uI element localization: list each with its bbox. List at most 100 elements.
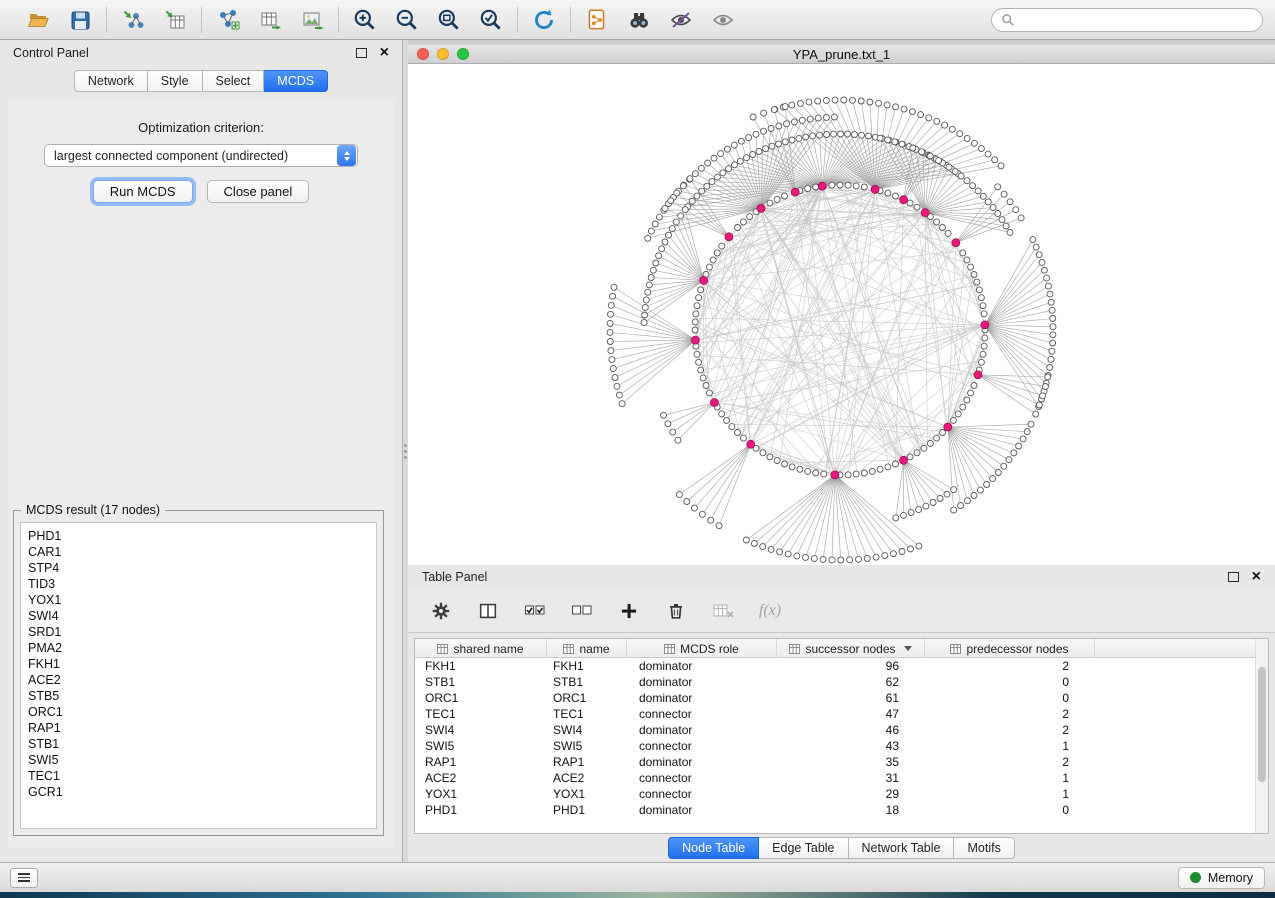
close-panel-icon[interactable]: × [1252,571,1261,583]
refresh-layout-button[interactable] [529,5,559,35]
close-panel-button[interactable]: Close panel [207,180,310,203]
toggle-graphics-button[interactable] [666,5,696,35]
column-type-icon [664,644,675,654]
zoom-in-button[interactable] [350,5,380,35]
import-table-button[interactable] [160,5,190,35]
mcds-result-item[interactable]: YOX1 [28,592,369,608]
toggle-graphics-details-icon [667,8,695,32]
tab-mcds[interactable]: MCDS [264,70,328,92]
refresh-icon [530,7,558,33]
mcds-result-item[interactable]: SRD1 [28,624,369,640]
window-zoom-icon[interactable] [457,48,469,60]
zoom-fit-icon [436,7,462,33]
table-row[interactable]: PHD1PHD1dominator180 [415,802,1255,818]
search-network-button[interactable] [624,5,654,35]
export-table-button[interactable] [255,5,285,35]
new-network-button[interactable] [213,5,243,35]
mcds-result-item[interactable]: SWI4 [28,608,369,624]
table-toolbar: f(x) [408,589,1275,633]
table-row[interactable]: RAP1RAP1dominator352 [415,754,1255,770]
save-session-button[interactable] [65,5,95,35]
mcds-result-item[interactable]: FKH1 [28,656,369,672]
cell-name: YOX1 [547,786,627,802]
mcds-result-item[interactable]: STP4 [28,560,369,576]
function-builder-button[interactable]: f(x) [757,598,783,624]
mcds-result-item[interactable]: RAP1 [28,720,369,736]
network-graph[interactable] [408,64,1275,565]
tab-network[interactable]: Network [74,70,148,92]
mcds-result-item[interactable]: STB5 [28,688,369,704]
cell-predecessor-nodes: 2 [925,658,1095,674]
table-row[interactable]: STB1STB1dominator620 [415,674,1255,690]
deselect-all-button[interactable] [569,598,595,624]
table-row[interactable]: TEC1TEC1connector472 [415,706,1255,722]
mcds-result-item[interactable]: GCR1 [28,784,369,800]
table-row[interactable]: FKH1FKH1dominator962 [415,658,1255,674]
float-panel-icon[interactable] [356,48,367,58]
delete-column-button[interactable] [663,598,689,624]
criterion-dropdown[interactable]: largest connected component (undirected) [44,144,358,167]
mcds-result-item[interactable]: PHD1 [28,528,369,544]
column-header-name[interactable]: name [547,639,627,658]
mcds-result-item[interactable]: SWI5 [28,752,369,768]
column-header-shared-name[interactable]: shared name [415,639,547,658]
mcds-result-item[interactable]: ACE2 [28,672,369,688]
tab-node-table[interactable]: Node Table [668,837,759,859]
status-menu-button[interactable] [10,868,38,888]
table-scrollbar[interactable] [1255,639,1268,833]
zoom-selected-button[interactable] [476,5,506,35]
tab-style[interactable]: Style [148,70,203,92]
scrollbar-thumb[interactable] [1258,667,1266,782]
show-column-panel-button[interactable] [475,598,501,624]
table-settings-button[interactable] [428,598,454,624]
cell-shared-name: RAP1 [415,754,547,770]
open-file-button[interactable] [23,5,53,35]
zoom-fit-button[interactable] [434,5,464,35]
mcds-result-item[interactable]: TID3 [28,576,369,592]
table-row[interactable]: ORC1ORC1dominator610 [415,690,1255,706]
tab-select[interactable]: Select [203,70,265,92]
cell-successor-nodes: 47 [777,706,925,722]
close-panel-icon[interactable]: × [380,47,389,59]
window-close-icon[interactable] [417,48,429,60]
cell-predecessor-nodes: 2 [925,706,1095,722]
select-all-button[interactable] [522,598,548,624]
mcds-result-group: MCDS result (17 nodes) PHD1CAR1STP4TID3Y… [13,510,384,836]
tab-network-table[interactable]: Network Table [849,837,955,859]
zoom-out-button[interactable] [392,5,422,35]
show-details-button[interactable] [708,5,738,35]
delete-table-button[interactable] [710,598,736,624]
global-search-box[interactable] [991,8,1263,32]
table-row[interactable]: SWI4SWI4dominator462 [415,722,1255,738]
memory-button[interactable]: Memory [1178,867,1265,889]
mcds-result-item[interactable]: CAR1 [28,544,369,560]
cell-successor-nodes: 62 [777,674,925,690]
share-document-button[interactable] [582,5,612,35]
table-body: FKH1FKH1dominator962STB1STB1dominator620… [415,658,1255,833]
add-column-button[interactable] [616,598,642,624]
import-network-button[interactable] [118,5,148,35]
export-image-button[interactable] [297,5,327,35]
import-network-icon [120,8,146,32]
column-header-predecessor-nodes[interactable]: predecessor nodes [925,639,1095,658]
run-mcds-button[interactable]: Run MCDS [93,180,193,203]
table-row[interactable]: SWI5SWI5connector431 [415,738,1255,754]
column-header-MCDS-role[interactable]: MCDS role [627,639,777,658]
table-row[interactable]: YOX1YOX1connector291 [415,786,1255,802]
mcds-result-item[interactable]: ORC1 [28,704,369,720]
mcds-result-item[interactable]: TEC1 [28,768,369,784]
table-row[interactable]: ACE2ACE2connector311 [415,770,1255,786]
float-panel-icon[interactable] [1228,572,1239,582]
window-minimize-icon[interactable] [437,48,449,60]
criterion-dropdown-value: largest connected component (undirected) [45,149,337,163]
column-header-successor-nodes[interactable]: successor nodes [777,639,925,658]
column-header-label: MCDS role [680,642,739,656]
mcds-result-list[interactable]: PHD1CAR1STP4TID3YOX1SWI4SRD1PMA2FKH1ACE2… [20,522,377,829]
network-canvas[interactable] [408,64,1275,565]
column-header-label: successor nodes [805,642,895,656]
mcds-result-item[interactable]: PMA2 [28,640,369,656]
mcds-result-item[interactable]: STB1 [28,736,369,752]
tab-motifs[interactable]: Motifs [954,837,1014,859]
tab-edge-table[interactable]: Edge Table [759,837,848,859]
search-input[interactable] [1021,13,1253,27]
